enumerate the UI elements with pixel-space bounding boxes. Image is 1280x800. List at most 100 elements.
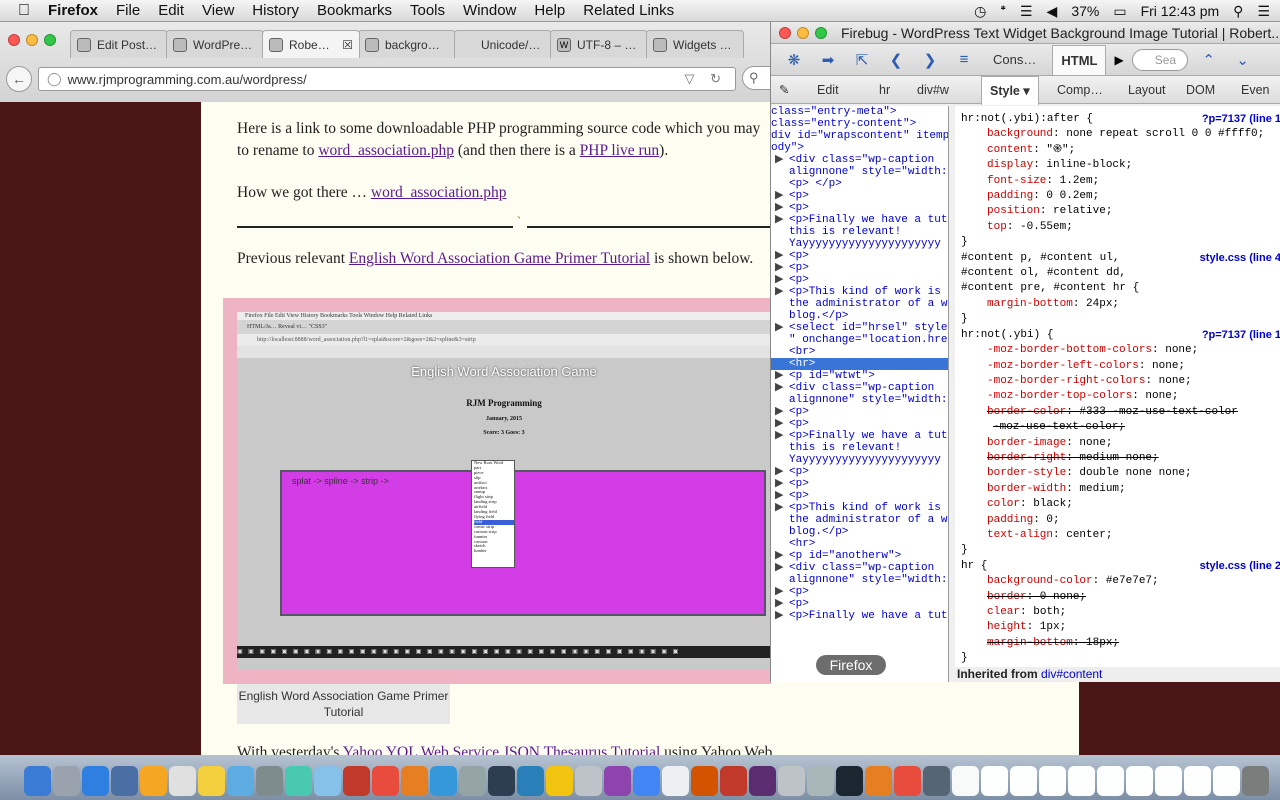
style-panel[interactable]: hr:not(.ybi):after {?p=7137 (line 1 backg… — [955, 106, 1280, 682]
dock-app-icon[interactable] — [372, 766, 399, 796]
inherited-element-link[interactable]: div#content — [1041, 667, 1102, 681]
back-icon[interactable]: ❮ — [883, 51, 909, 69]
dock-app-icon[interactable] — [807, 766, 834, 796]
dock-app-icon[interactable] — [894, 766, 921, 796]
edit-pencil-icon[interactable]: ✎ — [779, 76, 789, 104]
html-tree-node[interactable]: ▶ <p> — [771, 418, 948, 430]
html-tree-node[interactable]: the administrator of a we — [771, 514, 948, 526]
html-tree-node[interactable]: <p> </p> — [771, 178, 948, 190]
tab-layout[interactable]: Layout — [1128, 76, 1166, 104]
tab-html[interactable]: HTML — [1052, 44, 1107, 75]
css-property[interactable]: border-style: double none none; — [961, 466, 1280, 481]
html-tree-node[interactable]: ▶ <p> — [771, 490, 948, 502]
css-property[interactable]: text-align: center; — [961, 528, 1280, 543]
html-tree-node[interactable]: ▶ <p id="anotherw"> — [771, 550, 948, 562]
search-down-icon[interactable]: ⌄ — [1230, 51, 1256, 69]
html-tree-node[interactable]: this is relevant! — [771, 442, 948, 454]
volume-icon[interactable]: ◀ — [1047, 3, 1058, 20]
html-tree-node[interactable]: ▶ <p> — [771, 406, 948, 418]
firebug-zoom-button[interactable] — [815, 27, 827, 39]
battery-label[interactable]: 37% — [1071, 3, 1099, 19]
dock-app-icon[interactable] — [53, 766, 80, 796]
html-tree-node[interactable]: alignnone" style="width: — [771, 166, 948, 178]
breadcrumb-hr[interactable]: hr — [879, 76, 890, 104]
firebug-search-input[interactable]: Sea — [1131, 48, 1188, 71]
inspect-icon[interactable]: ➡ — [815, 51, 841, 69]
expand-twisty-icon[interactable]: ▶ — [775, 406, 783, 418]
css-property[interactable]: position: relative; — [961, 204, 1280, 219]
battery-icon[interactable]: ▭ — [1113, 3, 1126, 20]
html-tree-node[interactable]: ▶ <p> — [771, 598, 948, 610]
tab-utf8[interactable]: W UTF-8 – … — [550, 30, 648, 58]
dock-app-icon[interactable] — [749, 766, 776, 796]
html-tree-node[interactable]: ▶ <p id="wtwt"> — [771, 370, 948, 382]
word-association-link-2[interactable]: word_association.php — [371, 184, 507, 201]
search-up-icon[interactable]: ⌃ — [1196, 51, 1222, 69]
inherited-from-header[interactable]: Inherited from div#content — [955, 666, 1280, 682]
html-tree-node[interactable]: this is relevant! — [771, 226, 948, 238]
expand-twisty-icon[interactable]: ▶ — [775, 214, 783, 226]
bluetooth-icon[interactable]: ᙿ — [1000, 3, 1006, 20]
css-selector[interactable]: #content p, #content ul, style.css (line … — [961, 251, 1280, 266]
dock-app-icon[interactable] — [1184, 766, 1211, 796]
dock-app-icon[interactable] — [198, 766, 225, 796]
css-property[interactable]: display: inline-block; — [961, 158, 1280, 173]
dock-app-icon[interactable] — [981, 766, 1008, 796]
clock-icon[interactable]: ◷ — [974, 3, 986, 20]
expand-twisty-icon[interactable]: ▶ — [775, 562, 783, 574]
css-source-link[interactable]: style.css (line 2 — [1200, 559, 1280, 574]
css-property[interactable]: margin-bottom: 24px; — [961, 297, 1280, 312]
breadcrumb-div[interactable]: div#w — [917, 76, 949, 104]
dock-app-icon[interactable] — [923, 766, 950, 796]
html-tree-node[interactable]: blog.</p> — [771, 526, 948, 538]
css-property[interactable]: border-width: medium; — [961, 482, 1280, 497]
css-property[interactable]: border-color: #333 -moz-use-text-color — [961, 405, 1280, 420]
dock-app-icon[interactable] — [169, 766, 196, 796]
select-element-icon[interactable]: ⇱ — [849, 51, 875, 69]
css-source-link[interactable]: style.css (line 4 — [1200, 251, 1280, 266]
dock-app-icon[interactable] — [430, 766, 457, 796]
tab-style[interactable]: Style ▾ — [981, 76, 1039, 105]
menu-tools[interactable]: Tools — [410, 2, 445, 19]
html-tree-node[interactable]: ▶ <p> — [771, 262, 948, 274]
html-tree-node[interactable]: ▶ <p>Finally we have a tut — [771, 430, 948, 442]
menu-related-links[interactable]: Related Links — [583, 2, 674, 19]
expand-twisty-icon[interactable]: ▶ — [775, 478, 783, 490]
forward-icon[interactable]: ❯ — [917, 51, 943, 69]
menu-bookmarks[interactable]: Bookmarks — [317, 2, 392, 19]
notification-icon[interactable]: ☰ — [1257, 3, 1270, 20]
css-selector-line[interactable]: #content ol, #content dd, — [961, 266, 1280, 281]
expand-twisty-icon[interactable]: ▶ — [775, 250, 783, 262]
expand-twisty-icon[interactable]: ▶ — [775, 370, 783, 382]
html-tree-node[interactable]: ▶ <p> — [771, 478, 948, 490]
html-tree-node[interactable]: class="entry-meta"> — [771, 106, 948, 118]
dock-app-icon[interactable] — [720, 766, 747, 796]
dock-app-icon[interactable] — [517, 766, 544, 796]
firebug-menu-icon[interactable]: ❋ — [781, 51, 807, 69]
dock-app-icon[interactable] — [1213, 766, 1240, 796]
dock-app-icon[interactable] — [691, 766, 718, 796]
dock-app-icon[interactable] — [343, 766, 370, 796]
expand-twisty-icon[interactable]: ▶ — [775, 586, 783, 598]
expand-twisty-icon[interactable]: ▶ — [775, 550, 783, 562]
css-property[interactable]: border-right: medium none; — [961, 451, 1280, 466]
dock-app-icon[interactable] — [24, 766, 51, 796]
php-live-run-link[interactable]: PHP live run — [580, 142, 660, 159]
html-tree-node[interactable]: class="entry-content"> — [771, 118, 948, 130]
menu-edit[interactable]: Edit — [158, 2, 184, 19]
more-tabs-icon[interactable]: ▶ — [1114, 53, 1123, 67]
word-association-link[interactable]: word_association.php — [318, 142, 454, 159]
back-button[interactable]: ← — [6, 66, 32, 92]
expand-twisty-icon[interactable]: ▶ — [775, 466, 783, 478]
dock-app-icon[interactable] — [1039, 766, 1066, 796]
html-tree-node[interactable]: Yayyyyyyyyyyyyyyyyyyyyy — [771, 454, 948, 466]
tab-computed[interactable]: Comp… — [1057, 76, 1103, 104]
html-tree-panel[interactable]: class="entry-meta"> class="entry-content"… — [771, 106, 949, 682]
css-property[interactable]: -moz-border-top-colors: none; — [961, 389, 1280, 404]
dock-app-icon[interactable] — [1097, 766, 1124, 796]
spotlight-icon[interactable]: ⚲ — [1233, 3, 1243, 20]
html-tree-node[interactable]: blog.</p> — [771, 310, 948, 322]
css-property[interactable]: clear: both; — [961, 605, 1280, 620]
dock-app-icon[interactable] — [488, 766, 515, 796]
primer-tutorial-link[interactable]: English Word Association Game Primer Tut… — [349, 250, 650, 267]
